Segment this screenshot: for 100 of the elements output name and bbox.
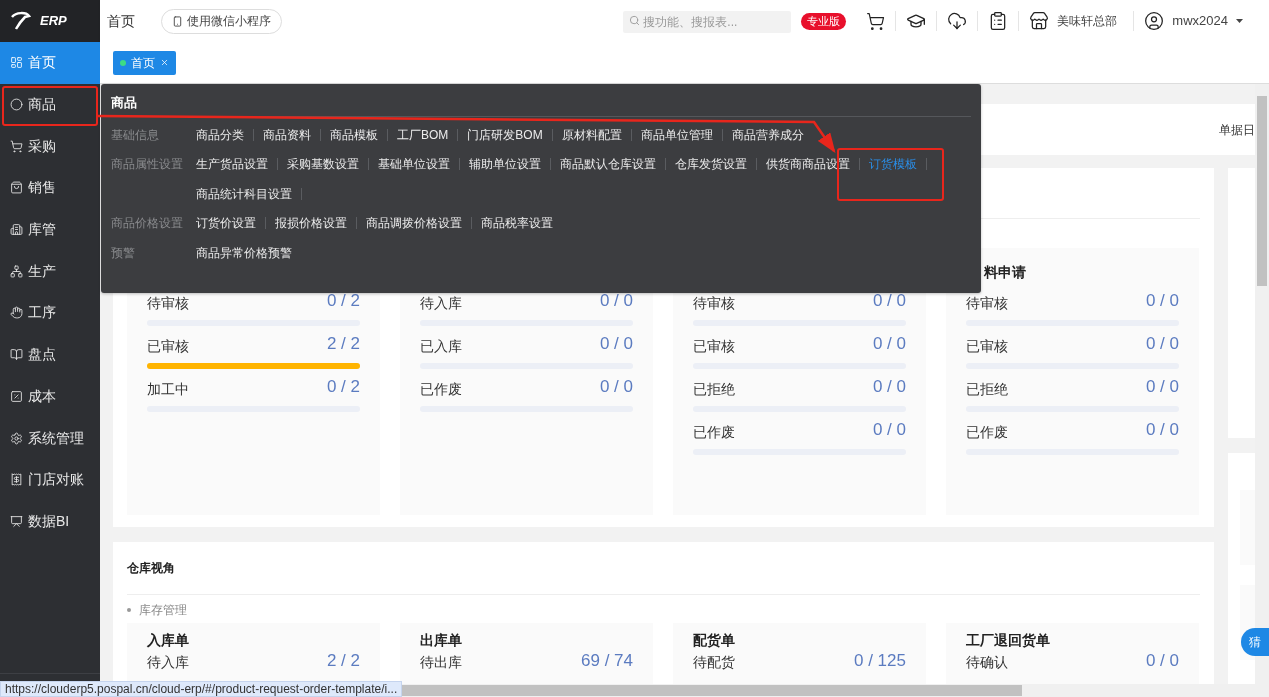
search-icon: [629, 15, 641, 26]
phone-icon: [172, 15, 183, 27]
group-label: 预警: [111, 244, 135, 262]
sidebar-item[interactable]: 首页: [0, 42, 100, 84]
panel-title: 仓库视角: [127, 560, 176, 577]
status-label: 待审核: [693, 293, 735, 313]
sidebar-item[interactable]: 库管: [0, 208, 100, 251]
status-label: 待出库: [420, 654, 462, 670]
status-label: 已入库: [420, 336, 462, 356]
status-label: 已作废: [693, 422, 735, 442]
status-label: 已审核: [693, 336, 735, 356]
status-label: 加工中: [147, 379, 189, 399]
status-label: 待审核: [147, 293, 189, 313]
status-count: 0 / 0: [872, 290, 906, 312]
menu-link[interactable]: 采购基数设置: [287, 155, 359, 174]
menu-link[interactable]: 商品默认仓库设置: [560, 155, 656, 174]
menu-link[interactable]: 报损价格设置: [275, 214, 347, 233]
sidebar-item[interactable]: 数据BI: [0, 500, 100, 543]
search-field[interactable]: 搜功能、搜报表...: [623, 11, 792, 33]
status-count: 0 / 0: [872, 333, 906, 355]
status-count: 0 / 0: [1145, 333, 1179, 355]
menu-link[interactable]: 门店研发BOM: [467, 125, 543, 144]
menu-link[interactable]: 商品统计科目设置: [196, 184, 292, 203]
assistant-button[interactable]: 猜: [1241, 628, 1269, 656]
menu-link[interactable]: 商品分类: [196, 125, 244, 144]
sidebar-item[interactable]: 门店对账: [0, 458, 100, 501]
menu-link[interactable]: 商品调拨价格设置: [366, 214, 462, 233]
status-count: 0 / 2: [326, 376, 360, 398]
menu-link[interactable]: 供货商商品设置: [766, 155, 850, 174]
date-label: 单据日: [1219, 121, 1255, 139]
caret-icon[interactable]: [1236, 19, 1243, 23]
sidebar-icon: [10, 348, 23, 362]
status-label: 已审核: [966, 336, 1008, 356]
status-count: 0 / 0: [1145, 376, 1179, 398]
section-label: 库存管理: [139, 602, 187, 619]
menu-link[interactable]: 商品单位管理: [640, 125, 713, 144]
status-label: 已作废: [420, 379, 462, 399]
edition-badge: 专业版: [801, 12, 847, 30]
close-icon: [160, 58, 169, 67]
sidebar-icon: [10, 56, 23, 70]
status-label: 待确认: [966, 654, 1008, 670]
status-count: 0 / 0: [872, 376, 906, 398]
cloud-download-icon[interactable]: [947, 11, 968, 31]
menu-link[interactable]: 商品营养成分: [731, 125, 804, 144]
sidebar-item[interactable]: 成本: [0, 375, 100, 418]
menu-link[interactable]: 订货价设置: [196, 214, 256, 233]
breadcrumb: 首页: [107, 11, 135, 31]
cart-icon[interactable]: [866, 11, 886, 31]
sidebar-item[interactable]: 盘点: [0, 333, 100, 376]
status-label: 已拒绝: [693, 379, 735, 399]
menu-link[interactable]: 商品模板: [330, 125, 378, 144]
menu-link[interactable]: 仓库发货设置: [675, 155, 747, 174]
group-label: 商品价格设置: [111, 215, 183, 233]
user-name[interactable]: mwx2024: [1172, 11, 1228, 31]
menu-link[interactable]: 辅助单位设置: [469, 155, 541, 174]
sidebar-icon: [10, 389, 23, 403]
sidebar-item[interactable]: 生产: [0, 250, 100, 293]
status-label: 已审核: [147, 336, 189, 356]
group-label: 商品属性设置: [111, 156, 183, 174]
card-title: 工厂退回货单: [966, 631, 1051, 649]
logo-icon: [10, 11, 32, 31]
status-count: 0 / 0: [1145, 290, 1179, 312]
sidebar-icon: [10, 431, 23, 445]
card-title: 料申请: [984, 264, 1026, 280]
status-label: 待配货: [693, 654, 735, 670]
status-label: 待审核: [966, 293, 1008, 313]
sidebar-icon: [10, 306, 23, 320]
menu-link[interactable]: 原材料配置: [561, 125, 622, 144]
menu-link[interactable]: 商品资料: [263, 125, 311, 144]
status-count: 0 / 0: [872, 419, 906, 441]
menu-link[interactable]: 基础单位设置: [378, 155, 450, 174]
sidebar-item[interactable]: 商品: [0, 83, 100, 126]
menu-link[interactable]: 工厂BOM: [397, 125, 449, 144]
status-count: 0 / 2: [326, 290, 360, 312]
status-count: 0 / 0: [1145, 652, 1179, 670]
status-label: 待入库: [147, 654, 189, 670]
sidebar-item[interactable]: 采购: [0, 125, 100, 168]
sidebar-item[interactable]: 销售: [0, 167, 100, 209]
menu-link[interactable]: 商品税率设置: [481, 214, 553, 233]
card-title: 出库单: [420, 631, 463, 649]
card-title: 入库单: [147, 631, 190, 649]
status-url: https://clouderp5.pospal.cn/cloud-erp/#/product-request-order-template/i...: [0, 681, 403, 697]
user-icon[interactable]: [1144, 11, 1165, 31]
page-tab[interactable]: 首页: [113, 50, 176, 75]
menu-link[interactable]: 商品异常价格预警: [196, 243, 292, 262]
store-icon[interactable]: [1029, 11, 1050, 31]
status-label: 已作废: [966, 422, 1008, 442]
status-count: 0 / 0: [1145, 419, 1179, 441]
status-count: 2 / 2: [326, 333, 360, 355]
status-label: 待入库: [420, 293, 462, 313]
card-title: 配货单: [693, 631, 736, 649]
logo-text: ERP: [40, 12, 67, 31]
store-name[interactable]: 美味轩总部: [1057, 12, 1118, 30]
status-count: 0 / 0: [599, 333, 633, 355]
sidebar-icon: [10, 139, 23, 153]
status-label: 已拒绝: [966, 379, 1008, 399]
sidebar-item[interactable]: 工序: [0, 292, 100, 334]
sidebar-item[interactable]: 系统管理: [0, 417, 100, 459]
menu-link[interactable]: 生产货品设置: [196, 155, 268, 174]
popup-title: 商品: [111, 94, 138, 112]
